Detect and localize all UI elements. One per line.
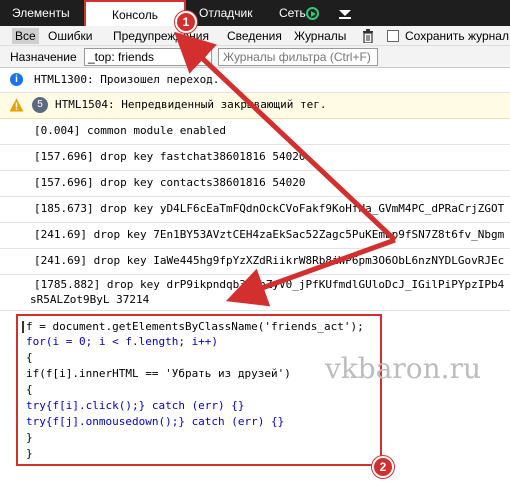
- annotation-badge-2: 2: [372, 456, 394, 478]
- filter-warnings[interactable]: Предупреждения: [113, 28, 209, 44]
- console-message: [241.69] drop key IaWe445hg9fpYzXZdRiikr…: [0, 249, 510, 275]
- message-text: [241.69] drop key IaWe445hg9fpYzXZdRiikr…: [34, 254, 505, 267]
- message-text: [1785.882] drop key drP9ikpndqb3b7hZyV0_…: [34, 278, 505, 291]
- tab-console[interactable]: Консоль: [84, 0, 186, 26]
- filter-all[interactable]: Все: [12, 28, 39, 44]
- code-line: f = document.getElementsByClassName('fri…: [26, 320, 364, 333]
- tab-debugger[interactable]: Отладчик: [199, 0, 252, 26]
- code-line: {: [26, 383, 33, 396]
- console-input-editor[interactable]: f = document.getElementsByClassName('fri…: [16, 314, 382, 466]
- code-line: for(i = 0; i < f.length; i++): [26, 335, 219, 348]
- code-line: }: [26, 447, 33, 460]
- message-text: HTML1504: Непредвиденный закрывающий тег…: [55, 98, 327, 111]
- filter-errors[interactable]: Ошибки: [48, 28, 93, 44]
- code-line: }: [26, 431, 33, 444]
- code-line: try{f[j].onmousedown();} catch (err) {}: [26, 415, 285, 428]
- message-text: [0.004] common module enabled: [34, 124, 227, 137]
- filter-info[interactable]: Сведения: [227, 28, 282, 44]
- console-message: [1785.882] drop key drP9ikpndqb3b7hZyV0_…: [0, 275, 510, 311]
- repeat-count-badge: 5: [32, 97, 48, 113]
- console-message: [241.69] drop key 7En1BY53AVztCEH4zaEkSa…: [0, 223, 510, 249]
- console-message: [157.696] drop key fastchat38601816 5402…: [0, 145, 510, 171]
- message-text: HTML1300: Произошел переход.: [34, 73, 220, 86]
- message-text: [185.673] drop key yD4LF6cEaTmFQdnOckCVo…: [34, 202, 505, 215]
- console-message-info: i HTML1300: Произошел переход.: [0, 68, 510, 93]
- message-text: [157.696] drop key fastchat38601816 5402…: [34, 150, 306, 163]
- watermark: vkbaron.ru: [325, 352, 481, 385]
- code-line: {: [26, 351, 33, 364]
- code-line: if(f[i].innerHTML == 'Убрать из друзей'): [26, 367, 291, 380]
- tab-network[interactable]: Сеть: [279, 0, 306, 26]
- input-caret-marker: [22, 321, 24, 333]
- more-tabs-icon[interactable]: [338, 7, 352, 19]
- message-text: [241.69] drop key 7En1BY53AVztCEH4zaEkSa…: [34, 228, 505, 241]
- annotation-badge-1: 1: [175, 11, 197, 33]
- console-message: [185.673] drop key yD4LF6cEaTmFQdnOckCVo…: [0, 197, 510, 223]
- console-message: [0.004] common module enabled: [0, 119, 510, 145]
- chevron-down-icon: [199, 54, 207, 60]
- message-text: [157.696] drop key contacts38601816 5402…: [34, 176, 306, 189]
- info-icon: i: [10, 73, 23, 86]
- tab-elements[interactable]: Элементы: [12, 0, 70, 26]
- target-select-value: _top: friends: [88, 50, 155, 64]
- target-select[interactable]: _top: friends: [84, 48, 212, 66]
- target-label: Назначение: [10, 50, 77, 64]
- filter-logs[interactable]: Журналы: [294, 28, 346, 44]
- network-record-icon[interactable]: [306, 7, 319, 20]
- clear-console-icon[interactable]: [362, 29, 374, 43]
- warning-icon: [9, 98, 24, 112]
- console-message-warning: 5 HTML1504: Непредвиденный закрывающий т…: [0, 93, 510, 119]
- code-line: try{f[i].click();} catch (err) {}: [26, 399, 245, 412]
- target-bar: Назначение _top: friends: [0, 46, 510, 68]
- preserve-log-checkbox[interactable]: [387, 30, 399, 42]
- message-text-continued: sR5ALZot9ByL 37214: [30, 293, 150, 306]
- devtools-tabbar: Элементы Консоль Отладчик Сеть: [0, 0, 510, 26]
- console-message: [157.696] drop key contacts38601816 5402…: [0, 171, 510, 197]
- preserve-log-label: Сохранить журнал: [405, 29, 509, 43]
- filter-search-input[interactable]: [218, 48, 378, 66]
- console-filterbar: Все Ошибки Предупреждения Сведения Журна…: [0, 26, 510, 46]
